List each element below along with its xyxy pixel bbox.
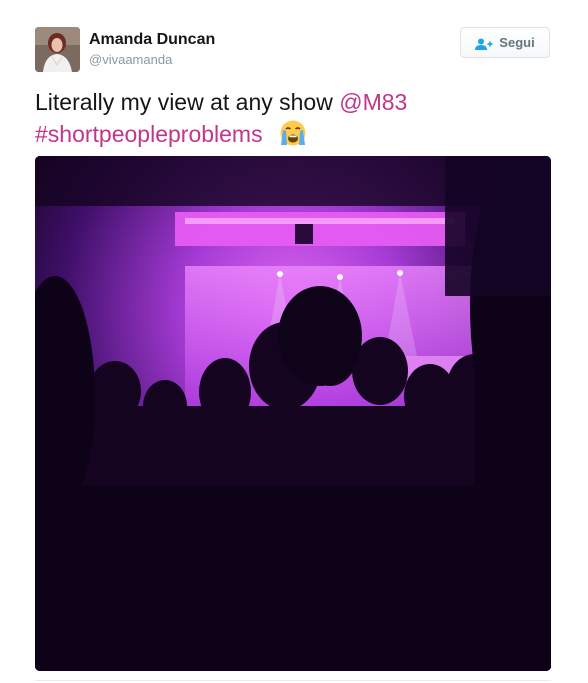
tweet-text-body: Literally my view at any show	[35, 89, 340, 115]
tweet-text: Literally my view at any show @M83 #shor…	[35, 87, 565, 150]
tweet-card: Amanda Duncan @vivaamanda Segui Literall…	[0, 0, 588, 683]
divider	[35, 680, 551, 681]
user-handle[interactable]: @vivaamanda	[89, 52, 172, 67]
concert-photo	[35, 156, 551, 671]
mention-link[interactable]: @M83	[339, 89, 407, 115]
avatar[interactable]	[35, 27, 80, 72]
follow-button[interactable]: Segui	[460, 27, 550, 58]
follow-button-label: Segui	[499, 35, 535, 50]
avatar-photo	[35, 27, 80, 72]
loudly-crying-face-icon	[277, 118, 309, 148]
hashtag-link[interactable]: #shortpeopleproblems	[35, 121, 263, 147]
user-name[interactable]: Amanda Duncan	[89, 31, 215, 49]
follow-user-icon	[475, 37, 493, 50]
tweet-photo[interactable]	[35, 156, 551, 671]
